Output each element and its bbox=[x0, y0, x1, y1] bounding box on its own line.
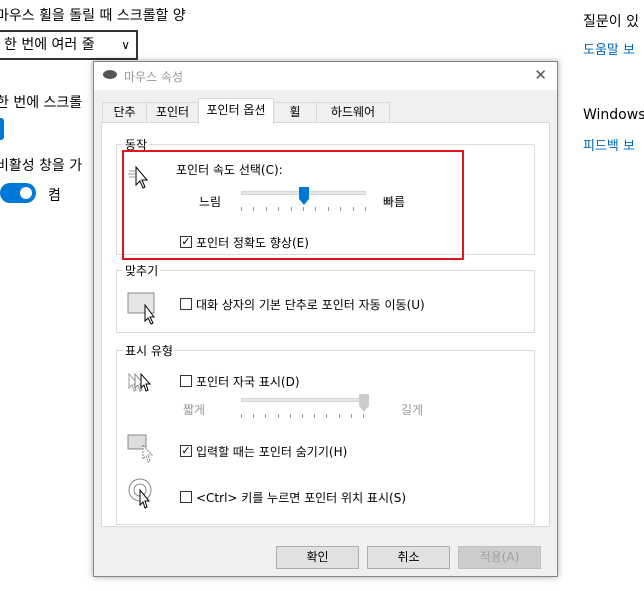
slider-tick bbox=[302, 414, 303, 418]
lines-label: 한 번에 스크롤 bbox=[0, 95, 83, 111]
scroll-amount-select[interactable]: 한 번에 여러 줄 ∨ bbox=[0, 30, 138, 60]
slider-tick bbox=[266, 207, 267, 211]
slider-tick bbox=[351, 414, 352, 418]
snap-to-icon bbox=[127, 292, 155, 325]
precision-checkbox[interactable]: ✓ bbox=[180, 236, 192, 248]
mouse-properties-dialog: 마우스 속성 ✕ 단추 포인터 포인터 옵션 휠 하드웨어 동작 포인터 속도 … bbox=[93, 61, 558, 577]
trails-short-label: 짧게 bbox=[183, 403, 206, 417]
slider-tick bbox=[326, 414, 327, 418]
dialog-titlebar: 마우스 속성 ✕ bbox=[94, 62, 557, 90]
help-link[interactable]: 도움말 보 bbox=[583, 39, 635, 58]
slider-tick bbox=[328, 207, 329, 211]
slider-tick bbox=[290, 414, 291, 418]
lines-slider-fragment[interactable] bbox=[0, 118, 4, 140]
scroll-amount-label: 마우스 휠을 돌릴 때 스크롤할 양 bbox=[0, 8, 186, 24]
ctrl-locate-icon bbox=[128, 478, 152, 509]
apply-button[interactable]: 적용(A) bbox=[458, 546, 541, 569]
toggle-state-label: 켬 bbox=[48, 188, 61, 204]
slider-tick bbox=[315, 207, 316, 211]
trails-slider-track[interactable] bbox=[241, 398, 364, 402]
trails-slider-ticks bbox=[241, 414, 364, 419]
precision-label: 포인터 정확도 향상(E) bbox=[196, 236, 309, 250]
speed-label: 포인터 속도 선택(C): bbox=[176, 163, 283, 177]
slider-tick bbox=[314, 414, 315, 418]
tab-wheel[interactable]: 휠 bbox=[273, 102, 317, 122]
slider-tick bbox=[339, 414, 340, 418]
question-heading: 질문이 있 bbox=[583, 14, 639, 30]
speed-slider-ticks bbox=[241, 207, 366, 212]
feedback-link[interactable]: 피드백 보 bbox=[583, 135, 635, 154]
slider-tick bbox=[365, 207, 366, 211]
slider-tick bbox=[278, 414, 279, 418]
pointer-trails-icon bbox=[128, 372, 152, 392]
slider-tick bbox=[353, 207, 354, 211]
snap-group-label: 맞추기 bbox=[123, 262, 161, 279]
ctrl-locate-label: <Ctrl> 키를 누르면 포인터 위치 표시(S) bbox=[196, 491, 406, 505]
cancel-button[interactable]: 취소 bbox=[367, 546, 450, 569]
fast-label: 빠름 bbox=[383, 195, 406, 209]
pointer-options-panel: 동작 포인터 속도 선택(C): 느림 빠름 ✓ 포인터 정확도 향상(E) 맞… bbox=[101, 122, 550, 527]
inactive-scroll-toggle[interactable] bbox=[0, 183, 36, 203]
ok-button[interactable]: 확인 bbox=[276, 546, 359, 569]
windows-heading: Windows bbox=[583, 107, 644, 123]
ctrl-locate-checkbox[interactable] bbox=[180, 491, 192, 503]
hide-while-typing-label: 입력할 때는 포인터 숨기기(H) bbox=[196, 445, 348, 459]
motion-group-label: 동작 bbox=[123, 136, 150, 153]
speed-slider-thumb[interactable] bbox=[299, 187, 309, 205]
close-icon[interactable]: ✕ bbox=[534, 66, 547, 84]
trails-slider-thumb[interactable] bbox=[359, 394, 369, 412]
slider-tick bbox=[303, 207, 304, 211]
tab-pointer-options[interactable]: 포인터 옵션 bbox=[198, 98, 274, 124]
slider-tick bbox=[265, 414, 266, 418]
toggle-knob bbox=[20, 187, 32, 199]
hide-while-typing-checkbox[interactable]: ✓ bbox=[180, 445, 192, 457]
pointer-speed-icon bbox=[128, 165, 149, 189]
slider-tick bbox=[241, 414, 242, 418]
slider-tick bbox=[241, 207, 242, 211]
tab-pointers[interactable]: 포인터 bbox=[146, 102, 199, 122]
mouse-icon bbox=[103, 70, 117, 79]
snap-group: 맞추기 대화 상자의 기본 단추로 포인터 자동 이동(U) bbox=[116, 262, 535, 333]
motion-group: 동작 포인터 속도 선택(C): 느림 빠름 ✓ 포인터 정확도 향상(E) bbox=[116, 136, 535, 255]
hide-pointer-icon bbox=[127, 434, 154, 463]
slider-tick bbox=[278, 207, 279, 211]
inactive-scroll-label: 비활성 창을 가 bbox=[0, 158, 83, 174]
visibility-group-label: 표시 유형 bbox=[123, 342, 175, 359]
trails-label: 포인터 자국 표시(D) bbox=[196, 375, 300, 389]
trails-checkbox[interactable] bbox=[180, 375, 192, 387]
tab-hardware[interactable]: 하드웨어 bbox=[316, 102, 390, 122]
slider-tick bbox=[340, 207, 341, 211]
scroll-amount-value: 한 번에 여러 줄 bbox=[4, 37, 95, 53]
slider-tick bbox=[253, 414, 254, 418]
chevron-down-icon: ∨ bbox=[121, 38, 130, 52]
visibility-group: 표시 유형 포인터 자국 표시(D) 짧게 길게 ✓ 입력할 때는 포인터 숨기… bbox=[116, 342, 535, 525]
tab-buttons[interactable]: 단추 bbox=[102, 102, 147, 122]
slider-tick bbox=[291, 207, 292, 211]
dialog-title: 마우스 속성 bbox=[124, 70, 184, 84]
slider-tick bbox=[253, 207, 254, 211]
slow-label: 느림 bbox=[199, 195, 222, 209]
snap-label: 대화 상자의 기본 단추로 포인터 자동 이동(U) bbox=[196, 298, 425, 312]
snap-checkbox[interactable] bbox=[180, 298, 192, 310]
trails-long-label: 길게 bbox=[401, 403, 424, 417]
slider-tick bbox=[363, 414, 364, 418]
